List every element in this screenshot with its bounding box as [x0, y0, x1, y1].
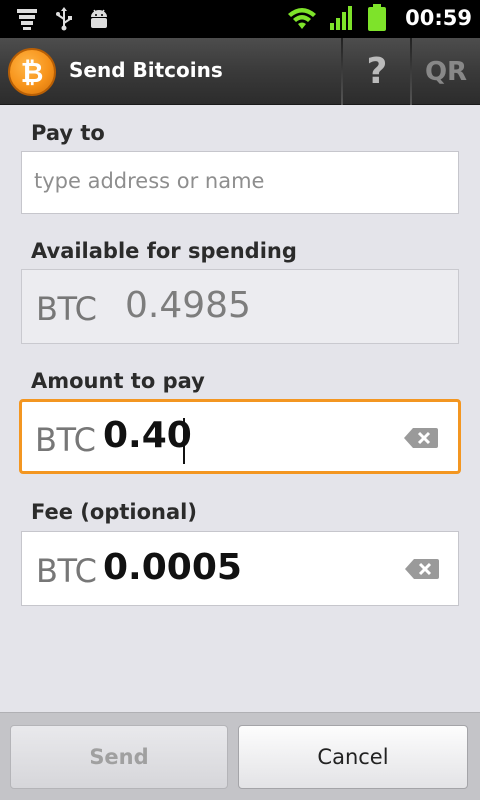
fee-input[interactable]: BTC 0.0005: [21, 531, 459, 606]
bitcoin-b-glyph: ₿: [21, 56, 44, 89]
backspace-icon: [404, 428, 438, 448]
usb-icon: [56, 7, 72, 31]
available-currency: BTC: [36, 290, 97, 328]
available-balance-field: BTC 0.4985: [21, 269, 459, 344]
action-divider: [341, 38, 343, 105]
fee-clear-button[interactable]: [404, 558, 440, 580]
android-debug-icon: [91, 9, 107, 28]
available-label: Available for spending: [31, 239, 297, 263]
status-bar: 00:59: [0, 0, 480, 38]
status-time: 00:59: [405, 6, 472, 30]
fee-currency: BTC: [36, 552, 97, 590]
text-caret: [183, 418, 185, 464]
amount-currency: BTC: [35, 421, 96, 459]
fee-value: 0.0005: [103, 547, 242, 588]
qr-scan-button[interactable]: QR: [412, 38, 480, 105]
fee-label: Fee (optional): [31, 500, 197, 524]
bottom-button-bar: Send Cancel: [0, 712, 480, 800]
status-bar-notifications: [16, 7, 110, 31]
battery-icon: [368, 4, 387, 31]
page-title: Send Bitcoins: [69, 58, 223, 82]
qr-icon: QR: [424, 56, 468, 87]
wifi-icon: [288, 8, 317, 29]
notification-stack-icon: [17, 9, 37, 30]
pay-to-label: Pay to: [31, 121, 105, 145]
signal-icon: [330, 6, 353, 30]
amount-input[interactable]: BTC 0.40: [19, 399, 461, 474]
backspace-icon: [405, 559, 439, 579]
logo-glyph: ₿: [21, 56, 44, 89]
amount-value: 0.40: [103, 415, 192, 456]
amount-label: Amount to pay: [31, 369, 205, 393]
pay-to-input[interactable]: type address or name: [21, 151, 459, 214]
cancel-button[interactable]: Cancel: [238, 725, 468, 789]
pay-to-placeholder: type address or name: [34, 169, 265, 193]
status-bar-system: 00:59: [287, 4, 472, 32]
available-amount: 0.4985: [125, 285, 251, 326]
send-button[interactable]: Send: [10, 725, 228, 789]
amount-clear-button[interactable]: [403, 427, 439, 449]
action-bar: ₿ Send Bitcoins ? QR: [0, 38, 480, 105]
help-icon: ?: [366, 51, 388, 92]
bitcoin-logo-icon[interactable]: ₿: [8, 48, 56, 96]
help-button[interactable]: ?: [344, 38, 410, 105]
